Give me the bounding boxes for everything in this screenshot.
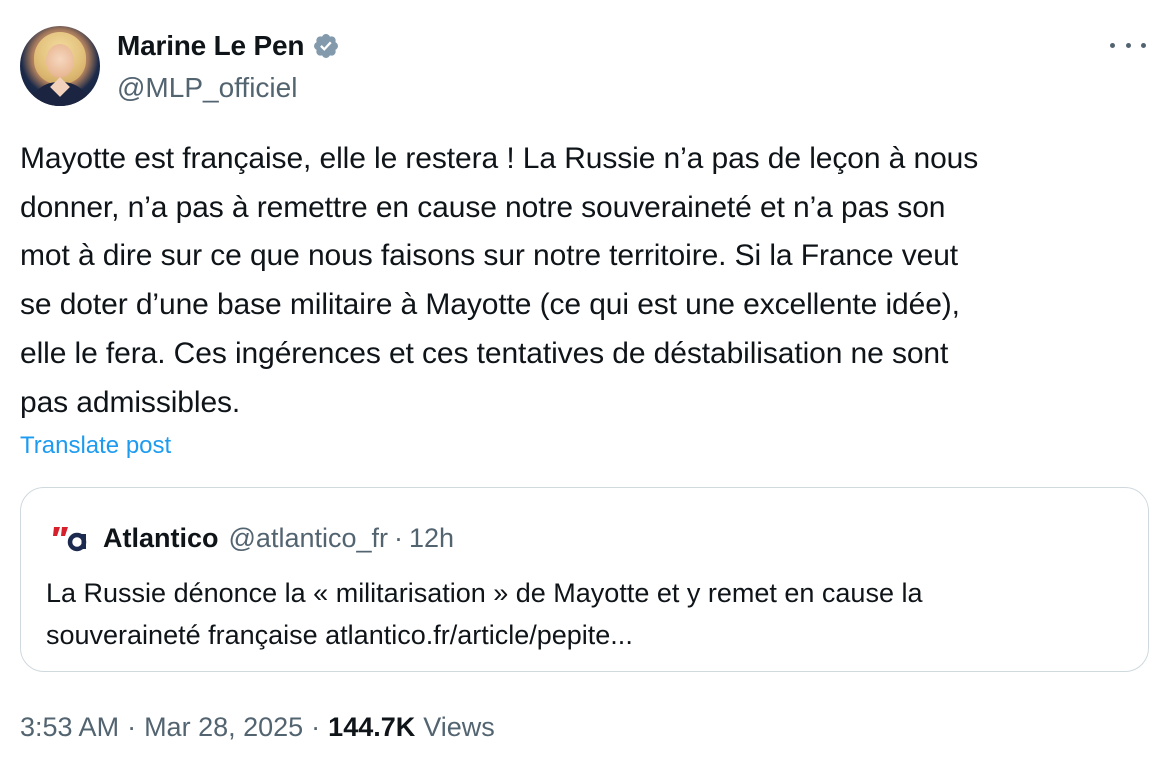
atlantico-logo-icon [51,523,87,553]
views-label: Views [423,711,495,742]
quoted-post-header: Atlantico @atlantico_fr · 12h [51,522,454,554]
translate-post-link[interactable]: Translate post [20,431,171,461]
views-count: 144.7K [328,711,416,742]
tweet-header: Marine Le Pen @MLP_officiel [20,26,1152,108]
more-dot [1141,42,1146,48]
post-line: Mayotte est française, elle le restera !… [20,142,979,175]
meta-separator: · [311,711,321,742]
author-display-name[interactable]: Marine Le Pen [117,28,304,64]
verified-badge-icon[interactable] [312,32,340,60]
post-meta: 3:53 AM · Mar 28, 2025 · 144.7K Views [20,709,495,745]
post-line: elle le fera. Ces ingérences et ces tent… [20,336,949,370]
quoted-separator: · [394,522,403,553]
name-row: Marine Le Pen [117,28,340,64]
quoted-post-text: La Russie dénonce la « militarisation » … [46,572,1126,656]
post-line: pas admissibles. [20,385,241,419]
avatar[interactable] [20,26,100,106]
post-line: mot à dire sur ce que nous faisons sur n… [20,239,959,273]
quoted-post-card[interactable]: Atlantico @atlantico_fr · 12h La Russie … [20,487,1149,672]
more-dot [1110,42,1115,48]
tweet: Marine Le Pen @MLP_officiel Mayotte est … [0,0,1172,766]
post-line: se doter d’une base militaire à Mayotte … [20,288,960,322]
post-date[interactable]: Mar 28, 2025 [144,712,303,743]
quoted-line: La Russie dénonce la « militarisation » … [46,578,923,608]
quoted-source-handle[interactable]: @atlantico_fr [229,523,388,554]
quoted-post-time[interactable]: 12h [409,523,454,554]
avatar-face [46,44,74,78]
post-text: Mayotte est française, elle le restera !… [20,135,1150,427]
post-line: donner, n’a pas à remettre en cause notr… [20,190,946,224]
post-time[interactable]: 3:53 AM [20,712,119,743]
author-handle[interactable]: @MLP_officiel [117,70,297,106]
quoted-source-name[interactable]: Atlantico [103,523,219,554]
quoted-line: souveraineté française atlantico.fr/arti… [46,620,633,650]
meta-separator: · [127,711,137,742]
more-dot [1125,42,1131,48]
more-options-icon[interactable] [1110,32,1146,58]
